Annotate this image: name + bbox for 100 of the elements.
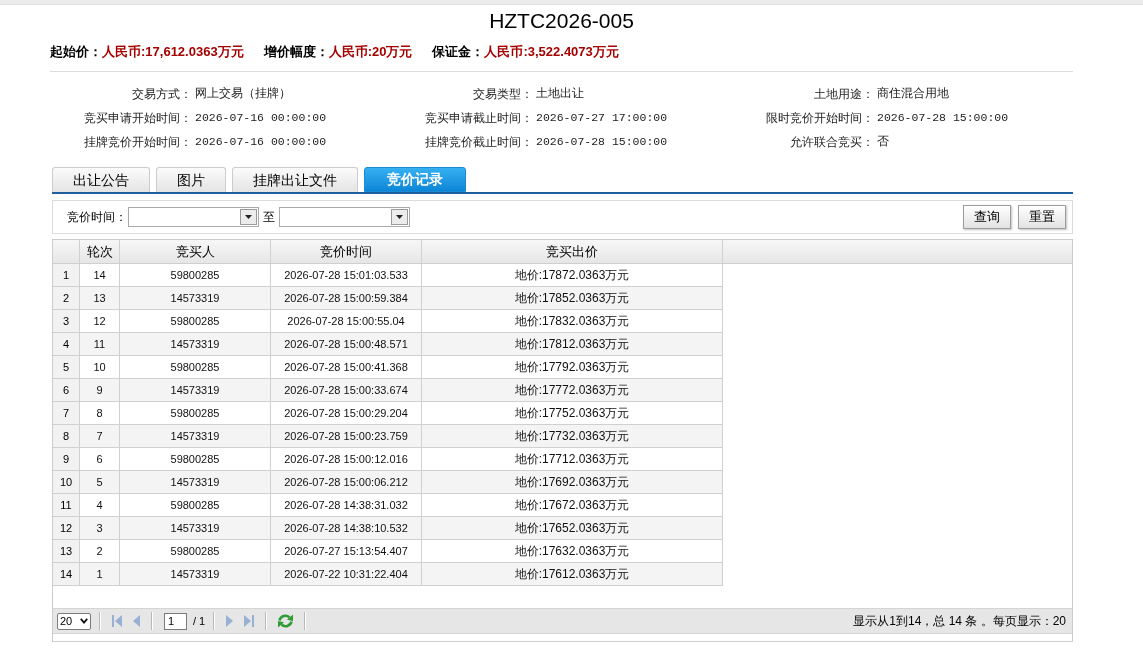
- table-cell: 10: [80, 356, 120, 379]
- table-cell: 14573319: [120, 471, 271, 494]
- table-cell: 2026-07-28 15:01:03.533: [271, 264, 422, 287]
- tab[interactable]: 出让公告: [52, 167, 150, 192]
- row-number: 8: [53, 425, 80, 448]
- table-cell: 2026-07-28 15:00:23.759: [271, 425, 422, 448]
- row-number: 7: [53, 402, 80, 425]
- detail-label: 交易类型：: [472, 86, 533, 103]
- chevron-down-icon[interactable]: [80, 618, 88, 624]
- row-number: 2: [53, 287, 80, 310]
- refresh-icon[interactable]: [277, 613, 295, 629]
- table-cell: 地价:17692.0363万元: [422, 471, 723, 494]
- action-button[interactable]: 查询: [963, 205, 1011, 229]
- table-cell: 2026-07-28 14:38:10.532: [271, 517, 422, 540]
- previous-page-icon[interactable]: [133, 615, 140, 627]
- detail-label: 交易方式：: [131, 86, 192, 103]
- row-number: 12: [53, 517, 80, 540]
- price-label: 起始价：: [50, 43, 102, 62]
- table-cell: 2026-07-28 15:00:59.384: [271, 287, 422, 310]
- row-number: 13: [53, 540, 80, 563]
- price-value: 人民币:17,612.0363万元: [102, 43, 244, 62]
- table-cell: 地价:17852.0363万元: [422, 287, 723, 310]
- dropdown-caret-icon[interactable]: [240, 209, 257, 225]
- table-cell: 7: [80, 425, 120, 448]
- row-number: 6: [53, 379, 80, 402]
- table-cell: 2026-07-28 15:00:55.04: [271, 310, 422, 333]
- detail-value: 否: [876, 134, 889, 151]
- price-value: 人民币:20万元: [328, 43, 413, 62]
- table-cell: 地价:17632.0363万元: [422, 540, 723, 563]
- table-cell: 59800285: [120, 402, 271, 425]
- row-number: 10: [53, 471, 80, 494]
- table-cell: 地价:17752.0363万元: [422, 402, 723, 425]
- table-cell: 14573319: [120, 563, 271, 586]
- table-cell: 地价:17792.0363万元: [422, 356, 723, 379]
- tab[interactable]: 图片: [156, 167, 226, 192]
- table-cell: 2026-07-28 15:00:33.674: [271, 379, 422, 402]
- detail-label: 限时竞价开始时间：: [765, 110, 874, 127]
- table-cell: 2026-07-28 15:00:12.016: [271, 448, 422, 471]
- table-cell: 59800285: [120, 264, 271, 287]
- row-number: 11: [53, 494, 80, 517]
- table-cell: 地价:17872.0363万元: [422, 264, 723, 287]
- range-separator: 至: [263, 209, 275, 226]
- table-cell: 地价:17672.0363万元: [422, 494, 723, 517]
- table-cell: 8: [80, 402, 120, 425]
- detail-value: 2026-07-16 00:00:00: [194, 110, 327, 127]
- action-button[interactable]: 重置: [1018, 205, 1066, 229]
- column-header: 竞买出价: [422, 240, 723, 263]
- table-cell: 13: [80, 287, 120, 310]
- row-number: 14: [53, 563, 80, 586]
- row-number: 4: [53, 333, 80, 356]
- table-cell: 地价:17812.0363万元: [422, 333, 723, 356]
- detail-value: 2026-07-16 00:00:00: [194, 134, 327, 151]
- row-number: 3: [53, 310, 80, 333]
- table-cell: 2026-07-28 15:00:06.212: [271, 471, 422, 494]
- date-field[interactable]: [128, 207, 259, 227]
- table-cell: 2026-07-28 15:00:41.368: [271, 356, 422, 379]
- table-cell: 地价:17712.0363万元: [422, 448, 723, 471]
- row-number: 9: [53, 448, 80, 471]
- table-cell: 1: [80, 563, 120, 586]
- price-label: 保证金：: [432, 43, 485, 62]
- row-number: 5: [53, 356, 80, 379]
- column-header: 轮次: [80, 240, 120, 263]
- table-cell: 14573319: [120, 517, 271, 540]
- column-header: 竞价时间: [271, 240, 422, 263]
- table-cell: 14: [80, 264, 120, 287]
- table-cell: 地价:17772.0363万元: [422, 379, 723, 402]
- table-cell: 4: [80, 494, 120, 517]
- table-cell: 2026-07-28 15:00:29.204: [271, 402, 422, 425]
- tab[interactable]: 挂牌出让文件: [232, 167, 358, 192]
- detail-value: 2026-07-27 17:00:00: [535, 110, 668, 127]
- table-cell: 2026-07-22 10:31:22.404: [271, 563, 422, 586]
- price-label: 增价幅度：: [263, 43, 329, 62]
- table-cell: 5: [80, 471, 120, 494]
- table-cell: 2026-07-28 14:38:31.032: [271, 494, 422, 517]
- table-cell: 2: [80, 540, 120, 563]
- table-cell: 59800285: [120, 448, 271, 471]
- first-page-icon[interactable]: [112, 615, 122, 627]
- detail-value: 土地出让: [535, 86, 584, 103]
- filter-label: 竞价时间：: [67, 209, 128, 226]
- table-cell: 地价:17612.0363万元: [422, 563, 723, 586]
- table-cell: 59800285: [120, 494, 271, 517]
- table-cell: 3: [80, 517, 120, 540]
- table-cell: 地价:17732.0363万元: [422, 425, 723, 448]
- page-title: HZTC2026-005: [489, 8, 634, 34]
- detail-label: 允许联合竞买：: [789, 134, 874, 151]
- table-cell: 59800285: [120, 310, 271, 333]
- detail-value: 2026-07-28 15:00:00: [876, 110, 1009, 127]
- detail-value: 网上交易（挂牌）: [194, 86, 291, 103]
- next-page-icon[interactable]: [226, 615, 234, 627]
- table-cell: 59800285: [120, 356, 271, 379]
- table-cell: 14573319: [120, 287, 271, 310]
- table-cell: 2026-07-28 15:00:48.571: [271, 333, 422, 356]
- pagination-summary: 显示从1到14，总 14 条 。每页显示：20: [853, 613, 1066, 630]
- dropdown-caret-icon[interactable]: [391, 209, 408, 225]
- detail-value: 商住混合用地: [876, 86, 949, 103]
- date-field[interactable]: [279, 207, 410, 227]
- table-cell: 地价:17652.0363万元: [422, 517, 723, 540]
- page-input[interactable]: 1: [164, 612, 187, 630]
- page-size-select[interactable]: 20: [57, 612, 91, 630]
- last-page-icon[interactable]: [244, 615, 255, 627]
